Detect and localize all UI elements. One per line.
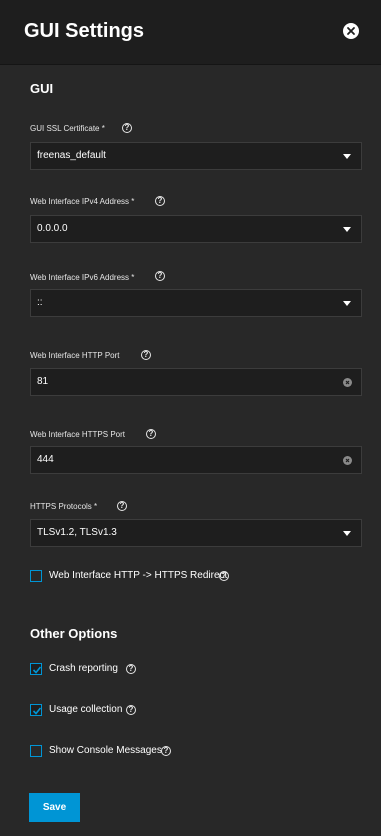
chevron-down-icon <box>343 154 351 159</box>
close-icon <box>347 27 355 35</box>
https-protocols-select[interactable]: TLSv1.2, TLSv1.3 <box>30 519 362 547</box>
ipv6-label: Web Interface IPv6 Address * <box>30 273 135 282</box>
redirect-help-icon[interactable]: ? <box>219 571 229 581</box>
https-port-help-icon[interactable]: ? <box>146 429 156 439</box>
crash-checkbox-label: Crash reporting <box>49 663 118 674</box>
save-button[interactable]: Save <box>29 793 80 822</box>
redirect-checkbox[interactable] <box>30 570 42 582</box>
dialog-title: GUI Settings <box>24 20 145 42</box>
https-port-value: 444 <box>37 454 54 465</box>
http-port-value: 81 <box>37 376 49 387</box>
usage-checkbox[interactable] <box>30 704 42 716</box>
https-port-label: Web Interface HTTPS Port <box>30 430 125 439</box>
ipv6-help-icon[interactable]: ? <box>155 271 165 281</box>
ipv6-select[interactable]: :: <box>30 289 362 317</box>
clear-icon[interactable] <box>343 378 352 387</box>
settings-form: GUI GUI SSL Certificate * ? freenas_defa… <box>7 66 374 836</box>
chevron-down-icon <box>343 301 351 306</box>
section-title-other-options: Other Options <box>30 626 118 641</box>
console-checkbox-label: Show Console Messages <box>49 745 162 756</box>
check-icon <box>32 707 42 715</box>
ssl-cert-help-icon[interactable]: ? <box>122 123 132 133</box>
chevron-down-icon <box>343 227 351 232</box>
http-port-label: Web Interface HTTP Port <box>30 351 120 360</box>
https-protocols-value: TLSv1.2, TLSv1.3 <box>37 527 117 538</box>
crash-help-icon[interactable]: ? <box>126 664 136 674</box>
close-button[interactable] <box>343 23 359 39</box>
dialog-header: GUI Settings <box>0 0 381 65</box>
https-protocols-label: HTTPS Protocols * <box>30 502 98 511</box>
console-checkbox[interactable] <box>30 745 42 757</box>
ssl-cert-label: GUI SSL Certificate * <box>30 124 105 133</box>
ssl-cert-value: freenas_default <box>37 150 106 161</box>
https-port-input[interactable]: 444 <box>30 446 362 474</box>
ipv4-help-icon[interactable]: ? <box>155 196 165 206</box>
section-title-gui: GUI <box>30 81 54 96</box>
ipv4-value: 0.0.0.0 <box>37 223 68 234</box>
https-protocols-help-icon[interactable]: ? <box>117 501 127 511</box>
check-icon <box>32 666 42 674</box>
ipv6-value: :: <box>37 297 43 308</box>
ipv4-label: Web Interface IPv4 Address * <box>30 197 135 206</box>
chevron-down-icon <box>343 531 351 536</box>
ipv4-select[interactable]: 0.0.0.0 <box>30 215 362 243</box>
redirect-checkbox-label: Web Interface HTTP -> HTTPS Redirect <box>49 570 228 581</box>
ssl-cert-select[interactable]: freenas_default <box>30 142 362 170</box>
usage-help-icon[interactable]: ? <box>126 705 136 715</box>
console-help-icon[interactable]: ? <box>161 746 171 756</box>
http-port-help-icon[interactable]: ? <box>141 350 151 360</box>
clear-icon[interactable] <box>343 456 352 465</box>
http-port-input[interactable]: 81 <box>30 368 362 396</box>
crash-checkbox[interactable] <box>30 663 42 675</box>
usage-checkbox-label: Usage collection <box>49 704 123 715</box>
